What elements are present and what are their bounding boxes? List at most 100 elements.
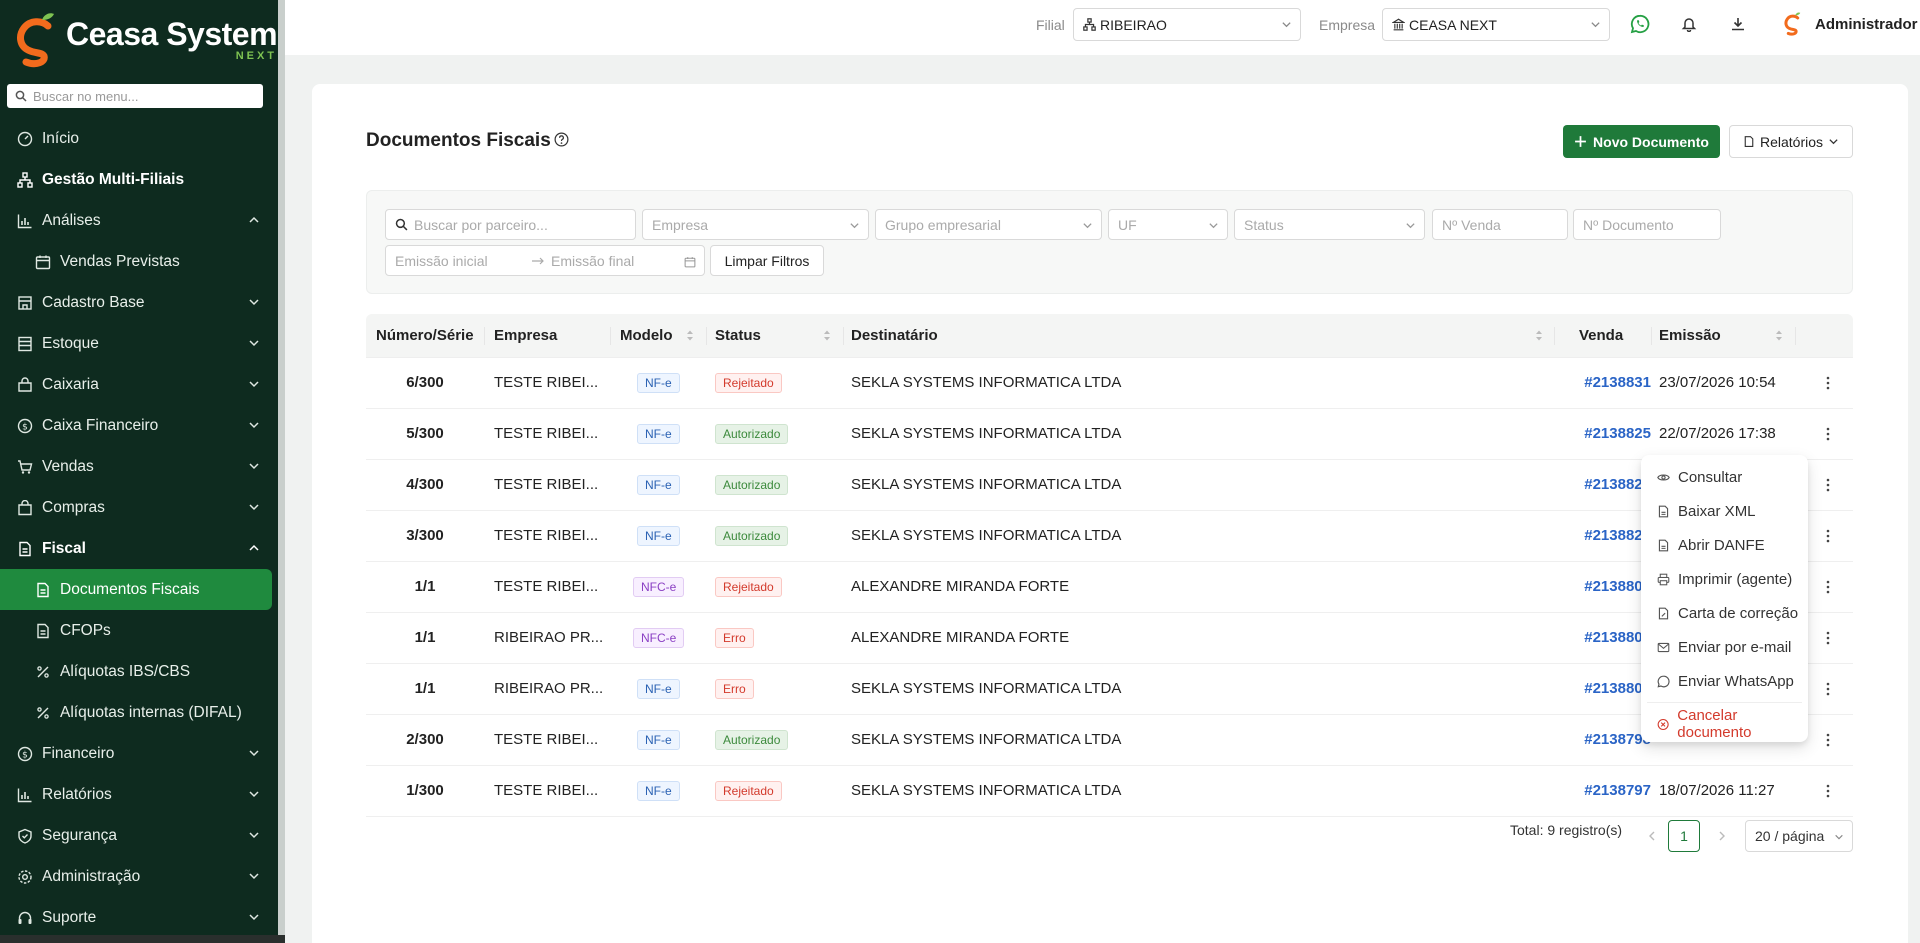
sale-link[interactable]: #2138821 xyxy=(1554,476,1651,493)
sidebar-item-label: Análises xyxy=(42,211,101,229)
chevron-down-icon xyxy=(249,832,259,839)
help-icon[interactable] xyxy=(554,132,569,150)
partner-search-input[interactable] xyxy=(414,216,635,233)
download-icon[interactable] xyxy=(1728,14,1748,34)
menu-item-consultar[interactable]: Consultar xyxy=(1641,460,1808,494)
sidebar-item-estoque[interactable]: Estoque xyxy=(0,323,278,364)
table-row[interactable]: 2/300 TESTE RIBEI... NF-e Autorizado SEKLA S… xyxy=(366,715,1853,766)
menu-item-baixar-xml[interactable]: Baixar XML xyxy=(1641,494,1808,528)
company-select[interactable]: Empresa xyxy=(642,209,869,240)
column-header-numero[interactable]: Número/Série xyxy=(376,327,474,344)
more-actions-icon[interactable] xyxy=(1820,426,1836,442)
column-header-destinatario[interactable]: Destinatário xyxy=(851,327,938,344)
sidebar-item-fiscal[interactable]: Fiscal xyxy=(0,528,278,569)
sidebar-item-caixa-financeiro[interactable]: $ Caixa Financeiro xyxy=(0,405,278,446)
table-row[interactable]: 1/1 RIBEIRAO PR... NF-e Erro SEKLA SYSTEMS I… xyxy=(366,664,1853,715)
filial-select[interactable]: RIBEIRAO xyxy=(1073,8,1301,41)
whatsapp-icon[interactable] xyxy=(1630,14,1650,34)
menu-item-abrir-danfe[interactable]: Abrir DANFE xyxy=(1641,528,1808,562)
more-actions-icon[interactable] xyxy=(1820,477,1836,493)
menu-item-carta-correcao[interactable]: Carta de correção xyxy=(1641,596,1808,630)
sale-link[interactable]: #2138806 xyxy=(1554,578,1651,595)
next-page-icon[interactable] xyxy=(1717,831,1727,841)
more-actions-icon[interactable] xyxy=(1820,783,1836,799)
more-actions-icon[interactable] xyxy=(1820,681,1836,697)
business-group-select[interactable]: Grupo empresarial xyxy=(875,209,1102,240)
more-actions-icon[interactable] xyxy=(1820,732,1836,748)
new-document-button[interactable]: Novo Documento xyxy=(1563,125,1720,158)
sort-icon[interactable] xyxy=(1535,329,1543,342)
column-header-emissao[interactable]: Emissão xyxy=(1659,327,1721,344)
sale-link[interactable]: #2138798 xyxy=(1554,731,1651,748)
emission-end-placeholder[interactable]: Emissão final xyxy=(551,253,634,269)
empresa-select[interactable]: CEASA NEXT xyxy=(1382,8,1610,41)
menu-search[interactable] xyxy=(7,84,263,108)
user-name[interactable]: Administrador xyxy=(1815,16,1918,33)
sidebar-item-cadastro-base[interactable]: Cadastro Base xyxy=(0,282,278,323)
table-row[interactable]: 1/1 RIBEIRAO PR... NFC-e Erro ALEXANDRE MIRA… xyxy=(366,613,1853,664)
more-actions-icon[interactable] xyxy=(1820,630,1836,646)
sale-link[interactable]: #2138820 xyxy=(1554,527,1651,544)
menu-item-imprimir[interactable]: Imprimir (agente) xyxy=(1641,562,1808,596)
sidebar-item-inicio[interactable]: Início xyxy=(0,118,278,159)
emission-start-placeholder[interactable]: Emissão inicial xyxy=(395,253,525,269)
sidebar-item-caixaria[interactable]: Caixaria xyxy=(0,364,278,405)
sidebar-item-analises[interactable]: Análises xyxy=(0,200,278,241)
clear-filters-button[interactable]: Limpar Filtros xyxy=(710,245,824,276)
sale-number-field[interactable] xyxy=(1432,209,1568,240)
menu-search-input[interactable] xyxy=(33,88,253,104)
user-avatar[interactable] xyxy=(1781,12,1805,36)
brand-logo[interactable]: Ceasa System NEXT xyxy=(0,0,278,80)
sidebar-item-relatorios[interactable]: Relatórios xyxy=(0,774,278,815)
sidebar-item-aliquotas-difal[interactable]: Alíquotas internas (DIFAL) xyxy=(0,692,278,733)
sidebar-item-financeiro[interactable]: $ Financeiro xyxy=(0,733,278,774)
uf-select[interactable]: UF xyxy=(1108,209,1228,240)
sale-link[interactable]: #2138805 xyxy=(1554,629,1651,646)
sidebar-item-vendas-previstas[interactable]: Vendas Previstas xyxy=(0,241,278,282)
sidebar-item-documentos-fiscais[interactable]: Documentos Fiscais xyxy=(0,569,272,610)
sidebar-item-aliquotas-ibs-cbs[interactable]: Alíquotas IBS/CBS xyxy=(0,651,278,692)
sort-icon[interactable] xyxy=(823,329,831,342)
sort-icon[interactable] xyxy=(686,329,694,342)
menu-item-enviar-email[interactable]: Enviar por e-mail xyxy=(1641,630,1808,664)
table-row[interactable]: 4/300 TESTE RIBEI... NF-e Autorizado SEKLA S… xyxy=(366,460,1853,511)
status-select[interactable]: Status xyxy=(1234,209,1425,240)
menu-item-cancelar-documento[interactable]: Cancelar documento xyxy=(1641,707,1808,741)
reports-button[interactable]: Relatórios xyxy=(1729,125,1853,158)
sale-number-input[interactable] xyxy=(1442,216,1567,233)
page-1-button[interactable]: 1 xyxy=(1668,820,1700,852)
column-header-empresa[interactable]: Empresa xyxy=(494,327,557,344)
sidebar-item-cfops[interactable]: CFOPs xyxy=(0,610,278,651)
more-actions-icon[interactable] xyxy=(1820,579,1836,595)
sale-link[interactable]: #2138831 xyxy=(1554,374,1651,391)
prev-page-icon[interactable] xyxy=(1647,831,1657,841)
column-header-modelo[interactable]: Modelo xyxy=(620,327,673,344)
table-row[interactable]: 5/300 TESTE RIBEI... NF-e Autorizado SEKLA S… xyxy=(366,409,1853,460)
bell-icon[interactable] xyxy=(1679,14,1699,34)
page-size-select[interactable]: 20 / página xyxy=(1745,820,1853,852)
sidebar-item-vendas[interactable]: Vendas xyxy=(0,446,278,487)
partner-search-field[interactable] xyxy=(385,209,636,240)
table-row[interactable]: 1/300 TESTE RIBEI... NF-e Rejeitado SEKLA SY… xyxy=(366,766,1853,817)
sidebar-item-gestao-multi-filiais[interactable]: Gestão Multi-Filiais xyxy=(0,159,278,200)
sidebar-scrollbar[interactable] xyxy=(278,0,285,943)
sidebar-item-seguranca[interactable]: Segurança xyxy=(0,815,278,856)
sort-icon[interactable] xyxy=(1775,329,1783,342)
sidebar-item-suporte[interactable]: Suporte xyxy=(0,897,278,938)
sidebar-item-compras[interactable]: Compras xyxy=(0,487,278,528)
sale-link[interactable]: #2138802 xyxy=(1554,680,1651,697)
emission-date-range[interactable]: Emissão inicial Emissão final xyxy=(385,245,705,276)
column-header-status[interactable]: Status xyxy=(715,327,761,344)
table-row[interactable]: 3/300 TESTE RIBEI... NF-e Autorizado SEKLA S… xyxy=(366,511,1853,562)
document-number-field[interactable] xyxy=(1573,209,1721,240)
sidebar-item-administracao[interactable]: Administração xyxy=(0,856,278,897)
menu-item-enviar-whatsapp[interactable]: Enviar WhatsApp xyxy=(1641,664,1808,698)
table-row[interactable]: 1/1 TESTE RIBEI... NFC-e Rejeitado ALEXANDRE… xyxy=(366,562,1853,613)
column-header-venda[interactable]: Venda xyxy=(1579,327,1623,344)
sale-link[interactable]: #2138797 xyxy=(1554,782,1651,799)
more-actions-icon[interactable] xyxy=(1820,528,1836,544)
sale-link[interactable]: #2138825 xyxy=(1554,425,1651,442)
table-row[interactable]: 6/300 TESTE RIBEI... NF-e Rejeitado SEKLA SY… xyxy=(366,358,1853,409)
document-number-input[interactable] xyxy=(1583,216,1720,233)
more-actions-icon[interactable] xyxy=(1820,375,1836,391)
